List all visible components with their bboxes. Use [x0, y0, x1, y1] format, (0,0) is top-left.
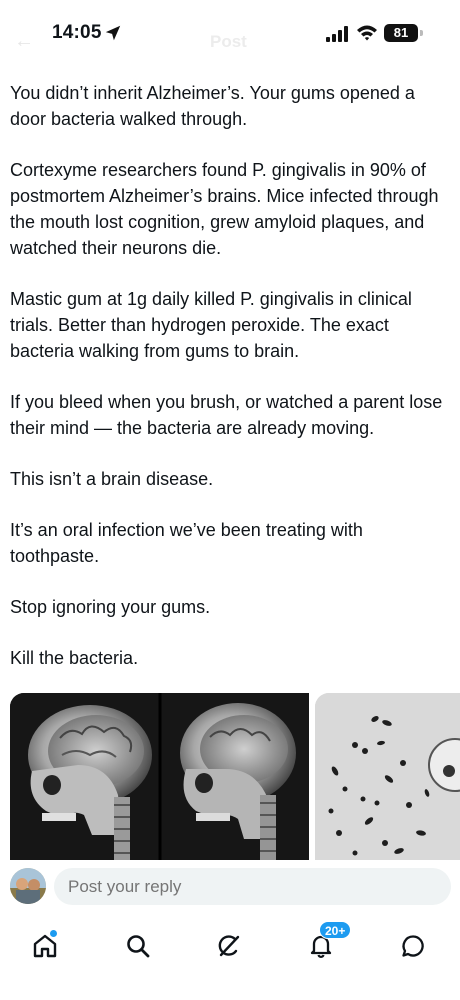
status-bar: ← Post 14:05 81: [0, 0, 460, 68]
post-paragraph: Mastic gum at 1g daily killed P. gingiva…: [10, 289, 412, 361]
post-text: You didn’t inherit Alzheimer’s. Your gum…: [10, 80, 450, 696]
tab-messages[interactable]: [391, 924, 435, 968]
search-icon: [127, 935, 150, 958]
tab-grok[interactable]: [207, 924, 251, 968]
tab-notifications[interactable]: 20+: [299, 921, 352, 968]
post-paragraph: You didn’t inherit Alzheimer’s. Your gum…: [10, 83, 415, 129]
status-time: 14:05: [52, 22, 102, 43]
home-unread-dot: [50, 930, 57, 937]
page-title: Post: [210, 32, 247, 51]
notification-count-badge: 20+: [319, 921, 352, 939]
chat-bubble-icon: [402, 935, 424, 957]
post-paragraph: Kill the bacteria.: [10, 648, 139, 668]
post-paragraph: Stop ignoring your gums.: [10, 597, 211, 617]
bacteria-micrograph-image[interactable]: [315, 693, 460, 863]
reply-input[interactable]: [54, 868, 451, 905]
reply-bar: [0, 860, 460, 914]
post-paragraph: This isn’t a brain disease.: [10, 469, 214, 489]
post-media: [10, 693, 460, 863]
post-paragraph: It’s an oral infection we’ve been treati…: [10, 520, 363, 566]
back-arrow-icon[interactable]: ←: [14, 30, 34, 53]
post-paragraph: If you bleed when you brush, or watched …: [10, 392, 443, 438]
battery-icon: 81: [384, 24, 418, 42]
skull-xray-brain-image[interactable]: [10, 693, 309, 863]
avatar[interactable]: [10, 868, 46, 904]
tab-search[interactable]: [116, 924, 160, 968]
tab-home[interactable]: [23, 924, 67, 968]
bottom-tab-bar: 20+: [0, 914, 460, 1000]
cellular-signal-icon: [326, 26, 348, 42]
battery-cap: [420, 30, 423, 36]
post-paragraph: Cortexyme researchers found P. gingivali…: [10, 160, 439, 258]
wifi-icon: [357, 25, 377, 41]
location-arrow-icon: [105, 25, 121, 41]
grok-icon: [218, 935, 240, 957]
